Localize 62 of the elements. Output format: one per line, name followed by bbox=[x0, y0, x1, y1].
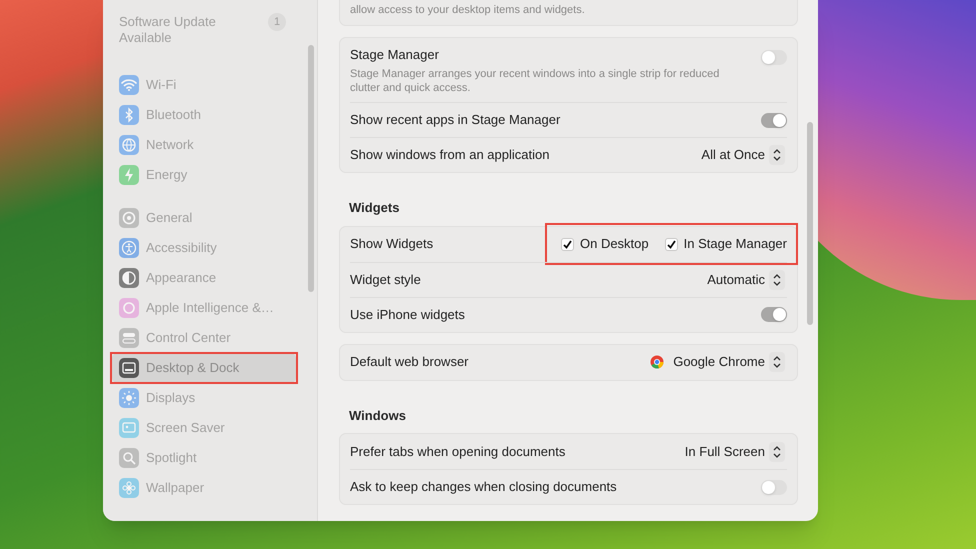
count-badge: 1 bbox=[268, 13, 286, 31]
stepper-icon bbox=[769, 270, 785, 290]
toggle-switch[interactable] bbox=[761, 480, 787, 494]
bluetooth-icon bbox=[119, 105, 139, 125]
sidebar-item[interactable]: General bbox=[112, 203, 296, 233]
sidebar-item[interactable]: Network bbox=[112, 130, 296, 160]
popup-button[interactable]: In Full Screen bbox=[684, 442, 785, 462]
setting-description: allow access to your desktop items and widgets. bbox=[350, 3, 586, 18]
popup-button[interactable]: All at Once bbox=[701, 145, 785, 165]
setting-label: Ask to keep changes when closing documents bbox=[350, 478, 617, 496]
sidebar-item[interactable]: Wi-Fi bbox=[112, 70, 296, 100]
screen-icon bbox=[119, 418, 139, 438]
stepper-icon bbox=[769, 442, 785, 462]
switches-icon bbox=[119, 328, 139, 348]
appearance-icon bbox=[119, 268, 139, 288]
sidebar-item[interactable]: Accessibility bbox=[112, 233, 296, 263]
browser-logo-icon bbox=[650, 355, 664, 369]
update-notice[interactable]: Software Update Available bbox=[119, 14, 239, 46]
setting-description: Stage Manager arranges your recent windows into a single strip for reduced clutter and quick access. bbox=[350, 67, 720, 95]
sidebar-item[interactable]: Spotlight bbox=[112, 443, 296, 473]
popup-button[interactable]: Automatic bbox=[707, 270, 785, 290]
wifi-icon bbox=[119, 75, 139, 95]
globe-icon bbox=[119, 135, 139, 155]
setting-label: Show recent apps in Stage Manager bbox=[350, 111, 560, 130]
checkbox[interactable] bbox=[664, 238, 678, 250]
toggle-switch[interactable] bbox=[761, 50, 787, 64]
sidebar-item[interactable]: Control Center bbox=[112, 323, 296, 353]
setting-label: Show Widgets bbox=[350, 235, 434, 254]
checkbox-label[interactable]: In Stage Manager bbox=[684, 234, 787, 254]
checkbox[interactable] bbox=[560, 238, 574, 250]
flower-icon bbox=[119, 478, 139, 498]
search-icon bbox=[119, 448, 139, 468]
setting-label: Show windows from an application bbox=[350, 146, 550, 164]
checkbox-label[interactable]: On Desktop bbox=[580, 234, 649, 254]
lightning-icon bbox=[119, 165, 139, 185]
toggle-switch[interactable] bbox=[761, 307, 787, 322]
sparkle-icon bbox=[119, 298, 139, 318]
sidebar-item[interactable]: Screen Saver bbox=[112, 413, 296, 443]
setting-label: Prefer tabs when opening documents bbox=[350, 442, 566, 461]
setting-label: Default web browser bbox=[350, 353, 468, 372]
sidebar-item[interactable]: Bluetooth bbox=[112, 100, 296, 130]
scrollbar-thumb[interactable] bbox=[807, 122, 813, 325]
setting-label: Stage Manager bbox=[350, 46, 440, 64]
section-heading: Windows bbox=[348, 406, 407, 424]
dock-icon bbox=[119, 358, 139, 378]
sidebar-item[interactable]: Displays bbox=[112, 383, 296, 413]
sidebar-item[interactable]: Appearance bbox=[112, 263, 296, 293]
sidebar-item[interactable]: Energy bbox=[112, 160, 296, 190]
popup-button[interactable]: Google Chrome bbox=[650, 352, 785, 372]
stepper-icon bbox=[769, 145, 785, 165]
sun-icon bbox=[119, 388, 139, 408]
gear-icon bbox=[119, 208, 139, 228]
sidebar-item[interactable]: Apple Intelligence &… bbox=[112, 293, 296, 323]
sidebar-item[interactable]: Wallpaper bbox=[112, 473, 296, 503]
accessibility-icon bbox=[119, 238, 139, 258]
setting-label: Use iPhone widgets bbox=[350, 306, 465, 324]
stepper-icon bbox=[769, 352, 785, 372]
sidebar-item[interactable]: Desktop & Dock bbox=[112, 353, 296, 383]
setting-label: Widget style bbox=[350, 270, 421, 289]
toggle-switch[interactable] bbox=[761, 112, 787, 128]
scrollbar-thumb[interactable] bbox=[308, 45, 314, 292]
section-heading: Widgets bbox=[348, 199, 400, 217]
